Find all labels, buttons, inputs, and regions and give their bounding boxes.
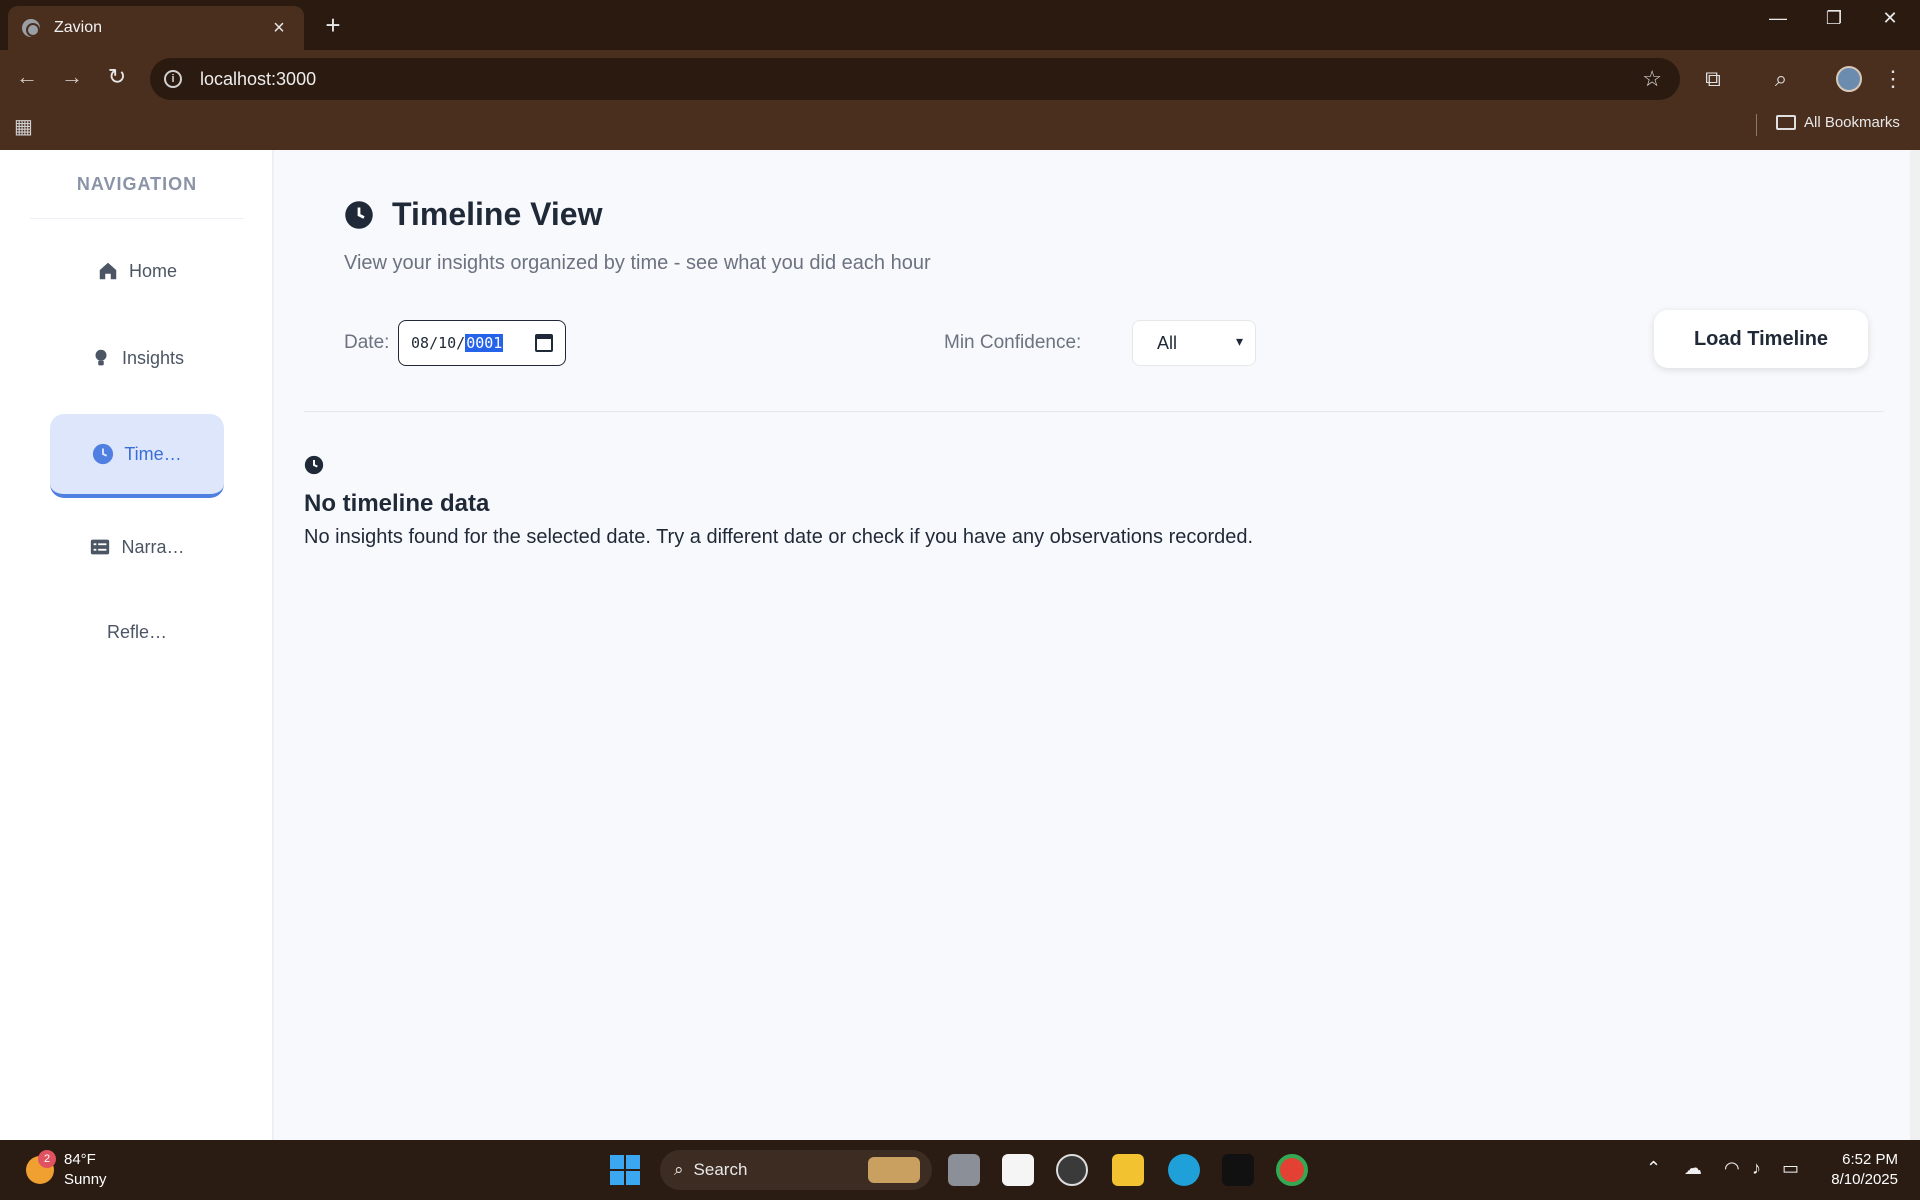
all-bookmarks[interactable]: All Bookmarks xyxy=(1776,114,1900,131)
sidebar-item-home[interactable]: Home xyxy=(50,231,224,311)
folder-icon xyxy=(1776,115,1796,130)
min-confidence-value: All xyxy=(1157,332,1178,353)
windows-start-icon[interactable] xyxy=(610,1155,640,1185)
min-confidence-select[interactable]: All ▾ xyxy=(1132,320,1256,366)
page-content: NAVIGATION Home Insights Time… Narra… Re… xyxy=(0,150,1920,1140)
date-year[interactable]: 0001 xyxy=(465,334,504,352)
address-bar[interactable]: i localhost:3000 ☆ xyxy=(150,58,1680,100)
date-input[interactable]: 08/10/0001 xyxy=(398,320,566,366)
clock-time: 6:52 PM xyxy=(1842,1151,1898,1168)
app-icon[interactable] xyxy=(1222,1154,1254,1186)
all-bookmarks-label: All Bookmarks xyxy=(1804,114,1900,131)
list-icon xyxy=(91,539,110,555)
edge-icon[interactable] xyxy=(1168,1154,1200,1186)
sidebar-item-label: Refle… xyxy=(106,621,168,642)
bookmarks-divider xyxy=(1756,114,1757,136)
clock-icon xyxy=(345,200,373,229)
tab-search-icon[interactable]: ⌕ xyxy=(1766,66,1796,92)
sidebar-item-insights[interactable]: Insights xyxy=(50,318,224,398)
tab-title: Zavion xyxy=(54,19,103,36)
load-timeline-button[interactable]: Load Timeline xyxy=(1654,310,1868,368)
search-label: Search xyxy=(693,1160,748,1179)
lightbulb-icon xyxy=(95,349,107,366)
empty-text: No insights found for the selected date.… xyxy=(304,526,1254,548)
clock-icon xyxy=(93,443,114,465)
empty-title: No timeline data xyxy=(304,490,490,517)
title-row: Timeline View xyxy=(344,196,602,233)
sun-icon: 2 xyxy=(26,1150,56,1184)
bookmark-star-icon[interactable]: ☆ xyxy=(1642,66,1662,92)
browser-toolbar: ← → ↻ i localhost:3000 ☆ ⧉ ⌕ ⋮ xyxy=(0,50,1920,158)
date-month[interactable]: 08 xyxy=(411,334,429,352)
new-tab-button[interactable]: + xyxy=(318,10,348,41)
notification-badge: 2 xyxy=(38,1150,56,1168)
sidebar: NAVIGATION Home Insights Time… Narra… Re… xyxy=(0,150,274,1140)
browser-tab-bar: Zavion × + — ❐ ✕ xyxy=(0,0,1920,50)
sidebar-item-label: Home xyxy=(128,260,177,281)
sidebar-item-label: Narra… xyxy=(121,536,185,557)
system-clock[interactable]: 6:52 PM 8/10/2025 xyxy=(1818,1150,1898,1190)
store-icon[interactable] xyxy=(1002,1154,1034,1186)
site-info-icon[interactable]: i xyxy=(164,70,182,88)
volume-icon[interactable]: ♪ xyxy=(1752,1158,1761,1179)
back-icon[interactable]: ← xyxy=(12,64,42,90)
weather-widget[interactable]: 2 84°F Sunny xyxy=(26,1150,107,1190)
taskbar: 2 84°F Sunny ⌕ Search ⌃ ☁ ◠ ♪ ▭ 6:52 PM … xyxy=(0,1140,1920,1200)
file-explorer-icon[interactable] xyxy=(1112,1154,1144,1186)
page-title: Timeline View xyxy=(392,196,603,232)
forward-icon[interactable]: → xyxy=(57,64,87,90)
chrome-icon[interactable] xyxy=(1276,1154,1308,1186)
timeline-filters: Date: 08/10/0001 Min Confidence: All ▾ L… xyxy=(344,310,1868,380)
globe-icon xyxy=(22,19,40,37)
close-window-icon[interactable]: ✕ xyxy=(1870,8,1910,29)
sidebar-item-narratives[interactable]: Narra… xyxy=(50,507,224,587)
dell-icon[interactable] xyxy=(1056,1154,1088,1186)
lion-search-highlight-icon xyxy=(868,1157,920,1183)
search-icon: ⌕ xyxy=(674,1160,684,1179)
calendar-icon[interactable] xyxy=(535,334,553,352)
weather-temp: 84°F xyxy=(64,1151,96,1168)
date-day[interactable]: 10 xyxy=(438,334,456,352)
sidebar-item-label: Insights xyxy=(121,347,185,368)
clock-date: 8/10/2025 xyxy=(1831,1171,1898,1188)
apps-grid-icon[interactable]: ▦ xyxy=(14,114,33,139)
main-content: Timeline View View your insights organiz… xyxy=(274,150,1920,1140)
browser-tab[interactable]: Zavion × xyxy=(8,6,304,50)
close-tab-icon[interactable]: × xyxy=(268,17,290,40)
clock-icon xyxy=(304,455,324,475)
onedrive-icon[interactable]: ☁ xyxy=(1684,1158,1702,1179)
taskbar-search[interactable]: ⌕ Search xyxy=(660,1150,932,1190)
page-subtitle: View your insights organized by time - s… xyxy=(344,252,931,274)
sidebar-item-label: Time… xyxy=(124,443,182,464)
weather-desc: Sunny xyxy=(64,1171,107,1188)
profile-avatar[interactable] xyxy=(1836,66,1862,92)
page-scrollbar[interactable] xyxy=(1910,150,1920,1140)
restore-icon[interactable]: ❐ xyxy=(1814,8,1854,29)
sidebar-item-reflections[interactable]: Refle… xyxy=(50,592,224,672)
home-icon xyxy=(99,262,117,280)
timeline-header: Timeline View View your insights organiz… xyxy=(304,150,1884,412)
empty-state: No timeline data No insights found for t… xyxy=(304,455,1253,549)
sidebar-item-timeline[interactable]: Time… xyxy=(50,414,224,498)
reload-icon[interactable]: ↻ xyxy=(102,64,132,90)
nav-heading: NAVIGATION xyxy=(76,174,198,194)
url-text: localhost:3000 xyxy=(200,68,317,89)
task-view-icon[interactable] xyxy=(948,1154,980,1186)
battery-icon[interactable]: ▭ xyxy=(1782,1158,1799,1179)
minimize-icon[interactable]: — xyxy=(1758,8,1798,29)
wifi-icon[interactable]: ◠ xyxy=(1724,1158,1740,1179)
tray-chevron-up-icon[interactable]: ⌃ xyxy=(1646,1158,1661,1179)
extensions-icon[interactable]: ⧉ xyxy=(1698,66,1728,92)
nav-divider xyxy=(30,218,244,219)
date-label: Date: xyxy=(344,332,390,353)
chevron-down-icon: ▾ xyxy=(1235,333,1243,349)
menu-kebab-icon[interactable]: ⋮ xyxy=(1878,66,1908,92)
min-confidence-label: Min Confidence: xyxy=(944,332,1082,353)
